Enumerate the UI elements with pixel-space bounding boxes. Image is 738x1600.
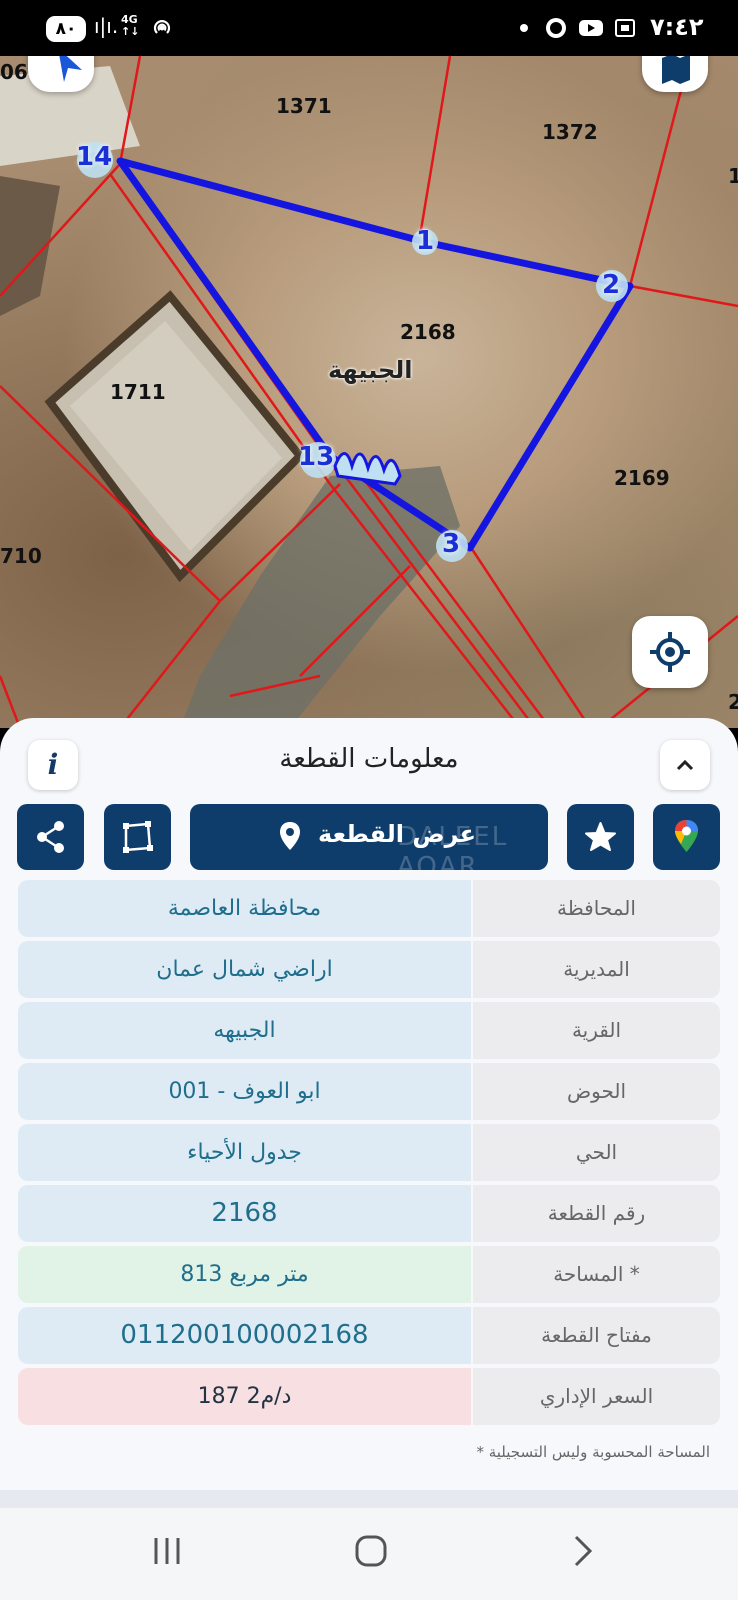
chevron-up-icon [676, 759, 694, 771]
table-row: 813 متر مربع المساحة * [18, 1246, 720, 1303]
table-row: 187 د/م2 السعر الإداري [18, 1368, 720, 1425]
village-name-label: الجبيهة [328, 356, 413, 384]
satellite-map[interactable]: 1371 1372 2168 1711 2169 710 06 1 2 الجب… [0, 56, 738, 728]
recent-apps-icon[interactable] [150, 1534, 184, 1568]
parcel-key-value: 011200100002168 [18, 1307, 471, 1364]
parcel-number-label: 2169 [614, 466, 670, 490]
neighborhood-label: الحي [473, 1124, 720, 1181]
share-button[interactable] [17, 804, 84, 870]
layers-button[interactable] [642, 56, 708, 92]
vertex-label: 1 [416, 226, 435, 256]
whatsapp-icon [546, 18, 566, 38]
admin-price-label: السعر الإداري [473, 1368, 720, 1425]
home-icon[interactable] [354, 1534, 388, 1568]
share-icon [37, 821, 64, 853]
location-pin-icon [280, 822, 300, 850]
crosshair-location-icon [650, 632, 690, 672]
area-label: المساحة * [473, 1246, 720, 1303]
table-row: اراضي شمال عمان المديرية [18, 941, 720, 998]
parcel-info-panel: i معلومات القطعة DALEEL AQAR عرض القطعة [0, 718, 738, 1508]
parcel-number-value: 2168 [18, 1185, 471, 1242]
parcel-key-label: مفتاح القطعة [473, 1307, 720, 1364]
table-row: الجبيهه القرية [18, 1002, 720, 1059]
table-row: 2168 رقم القطعة [18, 1185, 720, 1242]
status-bar: ٨٠ ı|ı. 4G ↑↓ ٧:٤٢ [0, 0, 738, 56]
admin-price-value: 187 د/م2 [18, 1368, 471, 1425]
battery-indicator: ٨٠ [46, 16, 86, 42]
google-maps-button[interactable] [653, 804, 720, 870]
show-parcel-button[interactable]: DALEEL AQAR عرض القطعة [190, 804, 548, 882]
basin-label: الحوض [473, 1063, 720, 1120]
favorite-button[interactable] [567, 804, 634, 870]
village-value: الجبيهه [18, 1002, 471, 1059]
google-maps-pin-icon [675, 820, 698, 852]
vertex-label: 3 [442, 529, 461, 559]
navigation-arrow-icon [59, 56, 82, 82]
polygon-select-icon [123, 821, 153, 853]
signal-icon: ı|ı. [94, 14, 119, 38]
parcel-number-label: 710 [0, 544, 42, 568]
parcel-number-label: رقم القطعة [473, 1185, 720, 1242]
system-navigation-bar [0, 1508, 738, 1600]
governorate-value: محافظة العاصمة [18, 880, 471, 937]
table-row: جدول الأحياء الحي [18, 1124, 720, 1181]
basin-value: ابو العوف - 001 [18, 1063, 471, 1120]
youtube-icon [579, 20, 603, 36]
vertex-label: 2 [602, 270, 621, 300]
screenshot-icon [615, 19, 635, 37]
notification-dot [520, 24, 528, 32]
parcel-number-label: 1 [728, 164, 738, 188]
collapse-button[interactable] [660, 740, 710, 790]
parcel-number-label: 2168 [400, 320, 456, 344]
vertex-label: 13 [298, 442, 335, 472]
directorate-value: اراضي شمال عمان [18, 941, 471, 998]
hotspot-icon [153, 20, 171, 34]
show-parcel-label: عرض القطعة [318, 820, 476, 848]
back-icon[interactable] [566, 1534, 600, 1568]
neighborhood-value: جدول الأحياء [18, 1124, 471, 1181]
star-icon [585, 822, 616, 851]
parcel-number-label: 06 [0, 60, 28, 84]
parcel-details-table: محافظة العاصمة المحافظة اراضي شمال عمان … [18, 880, 720, 1429]
measure-area-button[interactable] [104, 804, 171, 870]
panel-title: معلومات القطعة [279, 744, 459, 774]
parcel-number-label: 1711 [110, 380, 166, 404]
clock: ٧:٤٢ [650, 13, 704, 41]
map-layers-icon [662, 56, 690, 84]
compass-button[interactable] [28, 56, 94, 92]
directorate-label: المديرية [473, 941, 720, 998]
village-label: القرية [473, 1002, 720, 1059]
parcel-number-label: 2 [728, 690, 738, 714]
vertex-label: 14 [76, 142, 113, 172]
parcel-number-label: 1372 [542, 120, 598, 144]
area-footnote: * المساحة المحسوبة وليس التسجيلية [476, 1443, 710, 1461]
table-row: ابو العوف - 001 الحوض [18, 1063, 720, 1120]
table-row: 011200100002168 مفتاح القطعة [18, 1307, 720, 1364]
table-row: محافظة العاصمة المحافظة [18, 880, 720, 937]
area-value: 813 متر مربع [18, 1246, 471, 1303]
governorate-label: المحافظة [473, 880, 720, 937]
my-location-button[interactable] [632, 616, 708, 688]
network-type: 4G ↑↓ [121, 13, 140, 38]
parcel-number-label: 1371 [276, 94, 332, 118]
